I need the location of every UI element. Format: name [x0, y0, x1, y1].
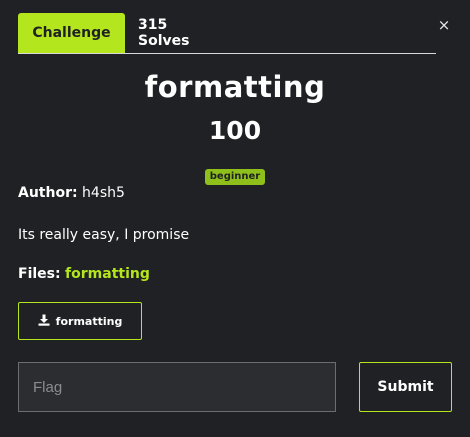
tab-solves[interactable]: 315 Solves — [138, 13, 222, 53]
author-label: Author: — [18, 185, 78, 201]
close-icon[interactable]: × — [436, 17, 452, 33]
download-button-label: formatting — [55, 314, 123, 328]
challenge-points: 100 — [208, 116, 262, 145]
challenge-title: formatting — [144, 70, 326, 104]
author-name: h4sh5 — [82, 185, 125, 201]
download-icon — [38, 314, 56, 329]
file-link[interactable]: formatting — [65, 266, 150, 282]
tab-bar: Challenge 315 Solves — [18, 13, 436, 54]
flag-input[interactable] — [18, 362, 336, 412]
author-line: Author: h4sh5 — [18, 185, 125, 201]
difficulty-tag: beginner — [204, 169, 266, 185]
tag-container: beginner — [0, 164, 470, 185]
files-label: Files: — [18, 266, 61, 282]
submit-button[interactable]: Submit — [359, 362, 452, 412]
tab-challenge[interactable]: Challenge — [18, 13, 125, 53]
challenge-description: Its really easy, I promise — [18, 227, 190, 243]
download-button[interactable]: formatting — [18, 302, 142, 340]
files-line: Files: formatting — [18, 266, 150, 282]
